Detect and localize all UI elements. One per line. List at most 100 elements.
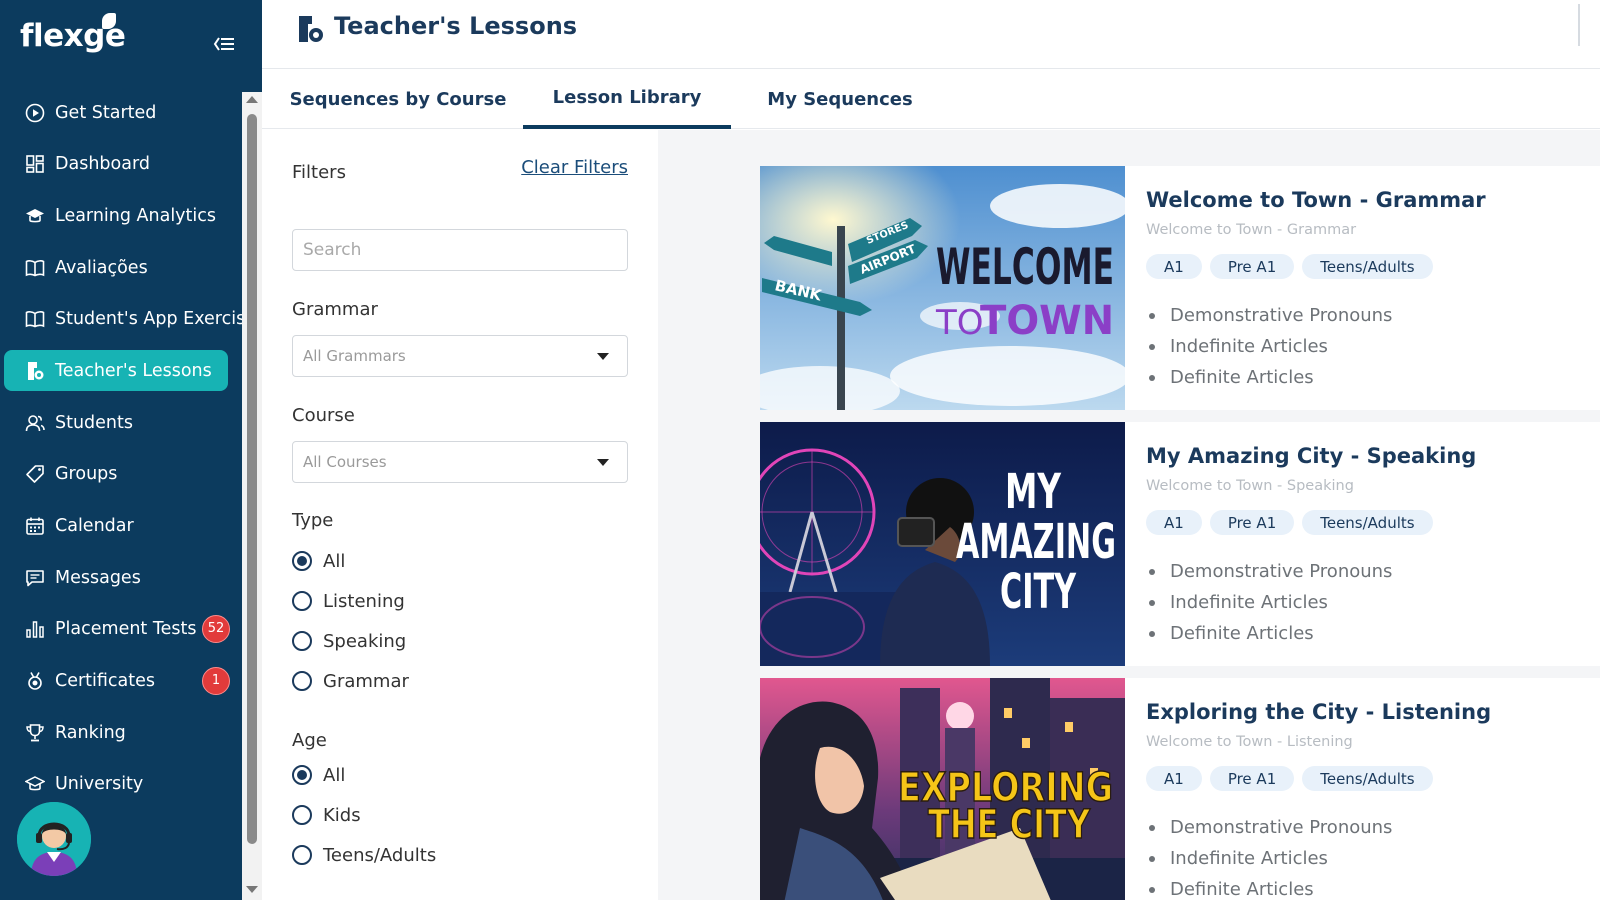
tab-sequences-by-course[interactable]: Sequences by Course	[284, 70, 512, 129]
level-tag: Pre A1	[1209, 766, 1295, 791]
support-avatar[interactable]	[15, 800, 93, 878]
type-radio-listening[interactable]: Listening	[292, 588, 405, 614]
radio-label: Teens/Adults	[323, 844, 437, 866]
grammar-select[interactable]: All Grammars	[292, 335, 628, 377]
sidebar-item-students[interactable]: Students	[4, 402, 228, 443]
age-tag: Teens/Adults	[1302, 766, 1433, 791]
sidebar-item-students-app-exercises[interactable]: Student's App Exercises	[4, 299, 262, 340]
bullet-icon	[1149, 824, 1155, 831]
scrollbar-thumb[interactable]	[247, 114, 257, 844]
tag-icon	[24, 463, 46, 485]
notification-badge: 1	[202, 666, 230, 695]
sidebar-item-label: Student's App Exercises	[55, 309, 262, 330]
topic-label: Indefinite Articles	[1170, 336, 1328, 357]
sidebar-item-messages[interactable]: Messages	[4, 557, 228, 598]
sidebar-item-label: Get Started	[55, 102, 157, 123]
bullet-icon	[1149, 568, 1155, 575]
radio-label: All	[323, 764, 346, 786]
age-radio-teens-adults[interactable]: Teens/Adults	[292, 842, 436, 868]
sidebar-item-get-started[interactable]: Get Started	[4, 92, 228, 133]
thumbnail-title-line: TOWN	[980, 298, 1114, 344]
sidebar-item-teachers-lessons[interactable]: Teacher's Lessons	[4, 350, 228, 392]
tab-lesson-library[interactable]: Lesson Library	[523, 70, 731, 129]
lesson-title[interactable]: Welcome to Town - Grammar	[1146, 188, 1486, 212]
topic-item: Demonstrative Pronouns	[1146, 300, 1392, 331]
level-tag: A1	[1146, 510, 1202, 535]
sidebar-item-label: Groups	[55, 464, 118, 485]
collapse-sidebar-button[interactable]	[210, 32, 236, 56]
type-radio-speaking[interactable]: Speaking	[292, 628, 406, 654]
radio-checked-icon	[292, 551, 312, 571]
sidebar-item-calendar[interactable]: Calendar	[4, 506, 228, 547]
filters-panel: Filters Clear Filters Grammar All Gramma…	[262, 130, 658, 900]
sidebar-item-label: University	[55, 774, 144, 795]
scroll-up-arrow-icon[interactable]	[246, 96, 258, 103]
topic-label: Demonstrative Pronouns	[1170, 305, 1393, 326]
bar-chart-icon	[24, 618, 46, 640]
sidebar-scrollbar[interactable]	[242, 92, 262, 900]
topic-label: Definite Articles	[1170, 623, 1314, 644]
radio-unchecked-icon	[292, 845, 312, 865]
radio-unchecked-icon	[292, 631, 312, 651]
bullet-icon	[1149, 374, 1155, 381]
topic-item: Definite Articles	[1146, 874, 1392, 900]
lesson-card[interactable]: EXPLORING THE CITY Exploring the City - …	[760, 678, 1600, 900]
lesson-icon	[24, 360, 46, 382]
trophy-icon	[24, 722, 46, 744]
lesson-title[interactable]: Exploring the City - Listening	[1146, 700, 1491, 724]
topic-label: Definite Articles	[1170, 879, 1314, 900]
age-radio-all[interactable]: All	[292, 762, 345, 788]
collapse-menu-icon	[213, 37, 234, 51]
sidebar-item-certificates[interactable]: Certificates 1	[4, 661, 230, 702]
lesson-card[interactable]: MY AMAZING CITY My Amazing City - Speaki…	[760, 422, 1600, 666]
bullet-icon	[1149, 886, 1155, 893]
sidebar-item-avaliacoes[interactable]: Avaliações	[4, 247, 228, 288]
grammar-label: Grammar	[292, 299, 378, 320]
scroll-down-arrow-icon[interactable]	[246, 886, 258, 893]
clear-filters-link[interactable]: Clear Filters	[521, 157, 628, 178]
level-tag: Pre A1	[1209, 510, 1295, 535]
lesson-thumbnail: MY AMAZING CITY	[760, 422, 1125, 666]
sidebar-item-label: Calendar	[55, 516, 134, 536]
sidebar-item-learning-analytics[interactable]: Learning Analytics	[4, 195, 228, 236]
lesson-topics: Demonstrative Pronouns Indefinite Articl…	[1146, 812, 1392, 900]
medal-icon	[24, 670, 46, 692]
type-radio-all[interactable]: All	[292, 548, 345, 574]
lesson-card[interactable]: STORES AIRPORT BANK WELCOME TO TOWN Welc…	[760, 166, 1600, 410]
play-circle-icon	[24, 102, 46, 124]
lesson-list: STORES AIRPORT BANK WELCOME TO TOWN Welc…	[658, 130, 1600, 900]
lesson-thumbnail: STORES AIRPORT BANK WELCOME TO TOWN	[760, 166, 1125, 410]
tab-my-sequences[interactable]: My Sequences	[742, 70, 938, 129]
sidebar-item-placement-tests[interactable]: Placement Tests 52	[4, 609, 230, 650]
radio-label: Listening	[323, 590, 405, 612]
sidebar-item-label: Teacher's Lessons	[55, 360, 212, 381]
bullet-icon	[1149, 630, 1155, 637]
sidebar-item-groups[interactable]: Groups	[4, 454, 228, 495]
dashboard-grid-icon	[24, 153, 46, 175]
page-header: Teacher's Lessons	[262, 0, 1600, 69]
age-tag: Teens/Adults	[1302, 254, 1433, 279]
filters-title: Filters	[292, 162, 346, 183]
course-select[interactable]: All Courses	[292, 441, 628, 483]
sidebar-item-label: Students	[55, 412, 134, 433]
sidebar-item-label: Placement Tests	[55, 619, 197, 640]
sidebar-item-label: Certificates	[55, 671, 156, 692]
radio-label: Speaking	[323, 630, 407, 652]
topic-item: Indefinite Articles	[1146, 843, 1392, 874]
lesson-tags: A1 Pre A1 Teens/Adults	[1146, 510, 1433, 535]
lesson-title[interactable]: My Amazing City - Speaking	[1146, 444, 1476, 468]
age-radio-kids[interactable]: Kids	[292, 802, 361, 828]
radio-unchecked-icon	[292, 671, 312, 691]
sidebar-item-dashboard[interactable]: Dashboard	[4, 144, 228, 185]
page-title: Teacher's Lessons	[334, 12, 578, 40]
topic-item: Definite Articles	[1146, 618, 1392, 649]
sidebar-item-university[interactable]: University	[4, 764, 228, 805]
lesson-subtitle: Welcome to Town - Speaking	[1146, 478, 1354, 494]
support-agent-icon	[17, 802, 91, 876]
sidebar-item-ranking[interactable]: Ranking	[4, 712, 228, 753]
exploring-the-city-illustration: EXPLORING THE CITY	[760, 678, 1125, 900]
lesson-subtitle: Welcome to Town - Listening	[1146, 734, 1353, 750]
search-input[interactable]	[292, 229, 628, 271]
level-tag: A1	[1146, 766, 1202, 791]
type-radio-grammar[interactable]: Grammar	[292, 668, 409, 694]
